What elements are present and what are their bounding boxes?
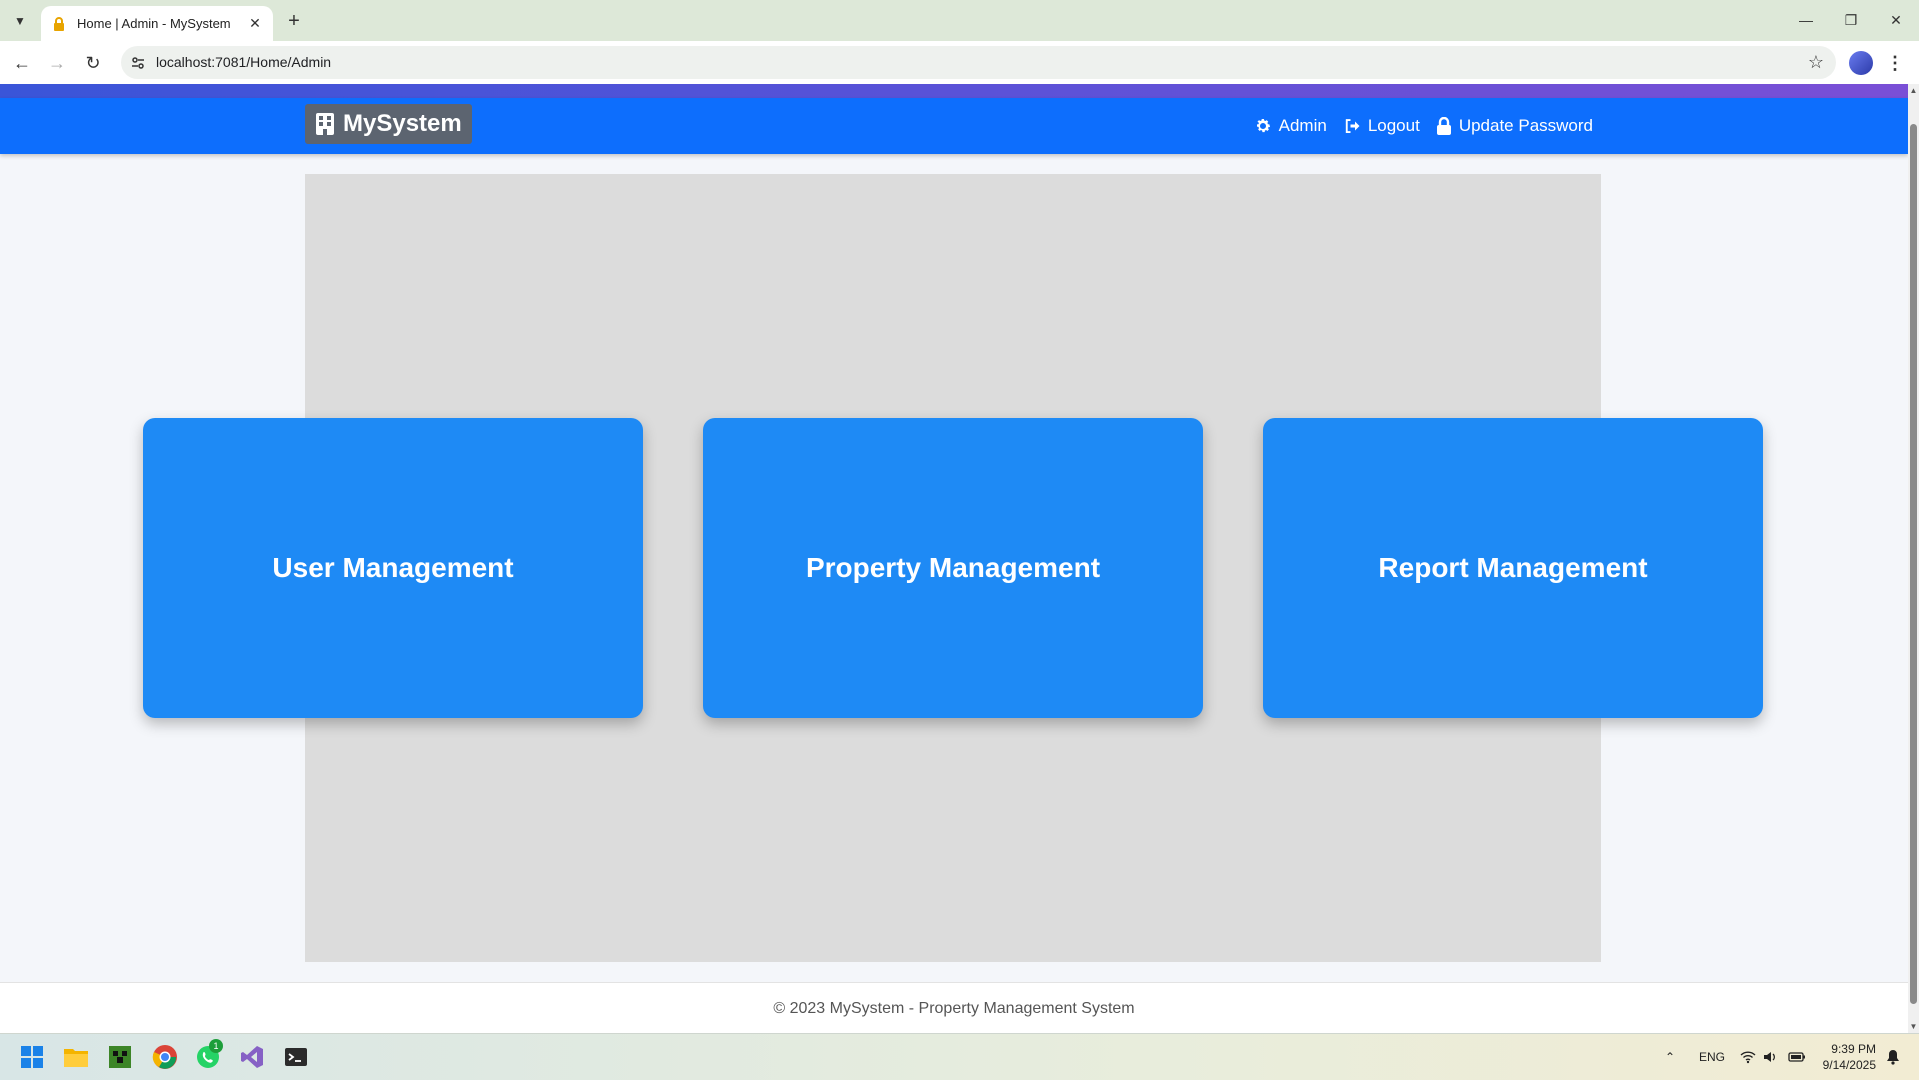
scroll-down-icon[interactable]: ▼: [1909, 1022, 1918, 1031]
taskbar-clock[interactable]: 9:39 PM 9/14/2025: [1816, 1041, 1876, 1073]
nav-admin-label: Admin: [1278, 116, 1327, 135]
nav-logout-link[interactable]: Logout: [1343, 116, 1420, 136]
site-navbar: MySystem Admin Logout Update Password: [0, 98, 1908, 154]
browser-tab-bar: ▼ Home | Admin - MySystem ✕ + — ❐ ✕: [0, 0, 1919, 41]
scroll-up-icon[interactable]: ▲: [1909, 86, 1918, 95]
building-icon: [316, 113, 334, 135]
page-footer: © 2023 MySystem - Property Management Sy…: [0, 982, 1908, 1033]
page-viewport: MySystem Admin Logout Update Password Us…: [0, 84, 1908, 1033]
battery-icon[interactable]: [1788, 1034, 1806, 1080]
windows-taskbar: 1 ⌃ ENG 9:39 PM 9/14/2025: [0, 1033, 1919, 1080]
wifi-icon[interactable]: [1740, 1034, 1756, 1080]
nav-update-password-label: Update Password: [1458, 116, 1593, 135]
visual-studio-icon[interactable]: [237, 1042, 267, 1072]
close-window-icon[interactable]: ✕: [1881, 8, 1911, 32]
restore-icon[interactable]: ❐: [1836, 8, 1866, 32]
report-management-label: Report Management: [1378, 552, 1648, 583]
minecraft-icon[interactable]: [105, 1042, 135, 1072]
reload-icon[interactable]: ↻: [79, 50, 107, 76]
chrome-icon[interactable]: [150, 1042, 180, 1072]
scrollbar-thumb[interactable]: [1910, 124, 1917, 1004]
close-tab-icon[interactable]: ✕: [245, 14, 265, 34]
top-gradient-strip: [0, 84, 1908, 98]
tab-search-button[interactable]: ▼: [8, 9, 32, 33]
bookmark-star-icon[interactable]: ☆: [1808, 52, 1824, 73]
browser-toolbar: ← → ↻ localhost:7081/Home/Admin ☆ ⋮: [0, 41, 1919, 84]
navbar-links: Admin Logout Update Password: [1238, 98, 1593, 154]
property-management-label: Property Management: [805, 552, 1101, 583]
nav-update-password-link[interactable]: Update Password: [1436, 116, 1593, 136]
whatsapp-notification-badge: 1: [209, 1039, 223, 1053]
user-management-card[interactable]: User Management: [143, 418, 643, 718]
gear-icon: [1256, 119, 1270, 133]
url-text: localhost:7081/Home/Admin: [156, 54, 332, 70]
tray-overflow-icon[interactable]: ⌃: [1665, 1034, 1675, 1080]
page-scrollbar[interactable]: ▲ ▼: [1908, 84, 1919, 1033]
browser-menu-icon[interactable]: ⋮: [1886, 50, 1904, 76]
notification-bell-icon[interactable]: [1886, 1034, 1900, 1080]
clock-time: 9:39 PM: [1831, 1042, 1876, 1056]
nav-logout-label: Logout: [1367, 116, 1420, 135]
address-bar[interactable]: localhost:7081/Home/Admin ☆: [121, 46, 1836, 79]
lock-icon: [1436, 117, 1451, 135]
brand-name: MySystem: [343, 110, 462, 137]
brand-link[interactable]: MySystem: [305, 104, 472, 144]
back-icon[interactable]: ←: [8, 50, 36, 76]
logout-icon: [1345, 119, 1360, 133]
windows-start-icon[interactable]: [17, 1042, 47, 1072]
footer-text: © 2023 MySystem - Property Management Sy…: [773, 999, 1135, 1017]
report-management-card[interactable]: Report Management: [1263, 418, 1763, 718]
new-tab-button[interactable]: +: [282, 9, 306, 33]
tab-title: Home | Admin - MySystem: [77, 16, 231, 31]
file-explorer-icon[interactable]: [61, 1042, 91, 1072]
profile-avatar[interactable]: [1849, 51, 1873, 75]
clock-date: 9/14/2025: [1822, 1058, 1876, 1072]
nav-admin-link[interactable]: Admin: [1254, 116, 1327, 136]
terminal-icon[interactable]: [281, 1042, 311, 1072]
minimize-icon[interactable]: —: [1791, 8, 1821, 32]
language-indicator[interactable]: ENG: [1699, 1034, 1725, 1080]
property-management-card[interactable]: Property Management: [703, 418, 1203, 718]
volume-icon[interactable]: [1763, 1034, 1777, 1080]
browser-tab-active[interactable]: Home | Admin - MySystem ✕: [41, 6, 273, 41]
user-management-label: User Management: [272, 552, 514, 583]
lock-favicon-icon: [51, 16, 67, 32]
site-info-icon[interactable]: [129, 54, 147, 72]
forward-icon[interactable]: →: [43, 50, 71, 76]
